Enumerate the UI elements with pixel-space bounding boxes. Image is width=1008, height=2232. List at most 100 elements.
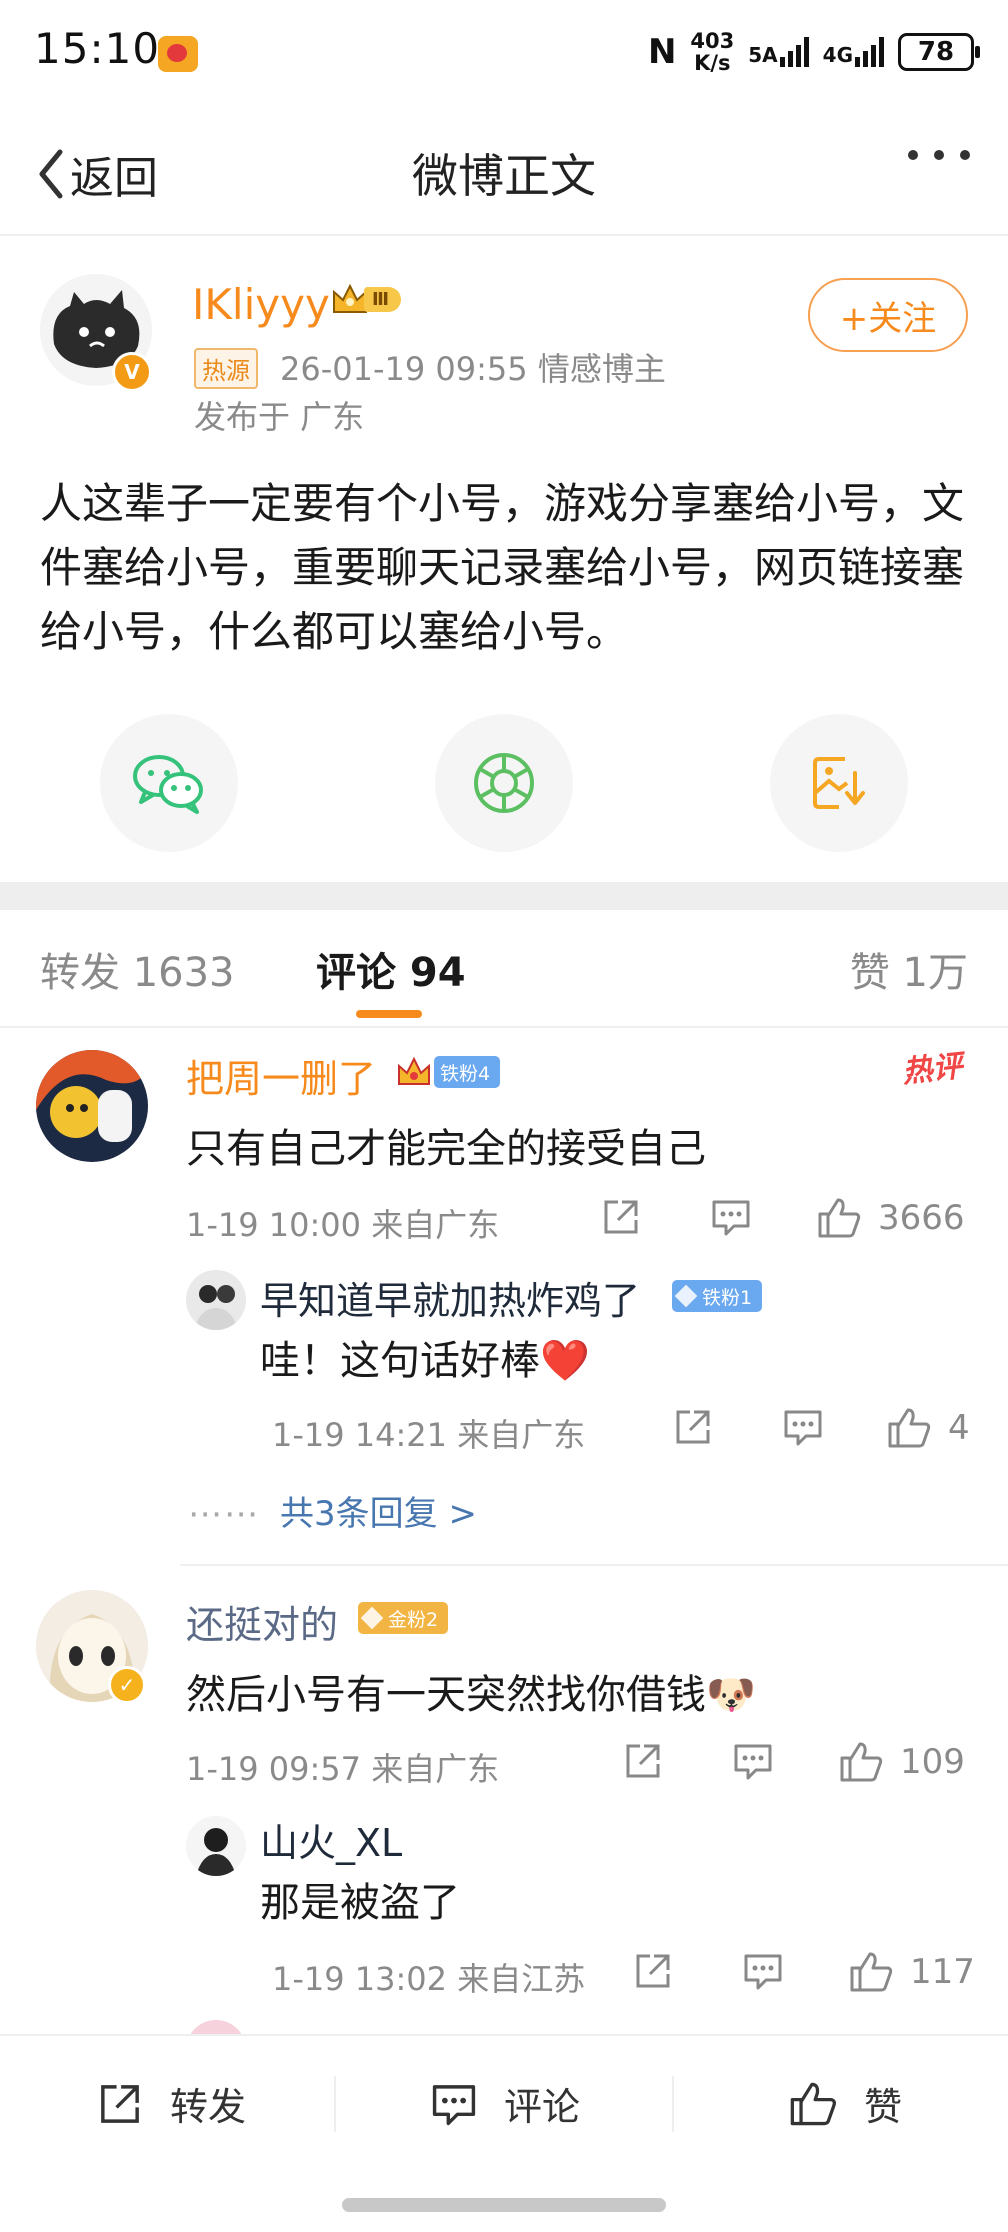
repost-icon — [676, 1410, 710, 1444]
comment-text: 只有自己才能完全的接受自己 — [186, 1126, 706, 1172]
more-replies-label: 共3条回复 > — [280, 1494, 477, 1534]
comment-text: 然后小号有一天突然找你借钱🐶 — [186, 1672, 756, 1718]
status-indicators: N 403 K/s 5A 4G 78 — [647, 30, 980, 74]
tab-like[interactable]: 赞 1万 — [850, 940, 968, 998]
avatar-image — [186, 1270, 246, 1330]
repost-icon — [636, 1954, 670, 1988]
reply-comment-button[interactable] — [782, 1406, 824, 1448]
like-count: 4 — [948, 1408, 970, 1448]
like-icon — [840, 1742, 883, 1782]
network-label-1: 5A — [748, 43, 778, 67]
bottom-comment-label: 评论 — [504, 2085, 581, 2129]
tab-comment[interactable]: 评论 94 — [316, 940, 466, 998]
fan-badge-text: 铁粉1 — [702, 1286, 753, 1309]
post-meta: 26-01-19 09:55 情感博主 — [280, 350, 666, 388]
post-text: 人这辈子一定要有个小号，游戏分享塞给小号，文件塞给小号，重要聊天记录塞给小号，网… — [40, 479, 965, 656]
wechat-icon — [133, 755, 203, 814]
comment-repost-button[interactable] — [622, 1740, 664, 1782]
bottom-comment-button[interactable]: 评论 — [430, 2076, 580, 2131]
avatar-image — [186, 1816, 246, 1876]
repost-icon — [101, 2084, 139, 2123]
signal-bars-icon — [779, 37, 809, 67]
reply-comment-button[interactable] — [742, 1950, 784, 1992]
like-icon — [888, 1408, 931, 1448]
bottom-like-label: 赞 — [864, 2085, 903, 2129]
follow-label: +关注 — [839, 298, 937, 339]
comment-icon — [734, 1744, 772, 1780]
like-icon — [818, 1198, 861, 1238]
post-location: 发布于 广东 — [194, 398, 365, 436]
comment-like-button[interactable]: 109 — [838, 1740, 965, 1784]
reply-repost-button[interactable] — [672, 1406, 714, 1448]
tab-divider — [0, 1026, 1008, 1028]
fan-badge-text: 铁粉4 — [440, 1062, 491, 1085]
page-title: 微博正文 — [412, 149, 596, 203]
signal-5a: 5A — [748, 37, 809, 67]
fan-badge-text: 金粉2 — [388, 1608, 439, 1631]
signal-4g: 4G — [823, 37, 884, 67]
comment-icon — [744, 1954, 782, 1990]
fan-badge: 金粉2 — [358, 1602, 449, 1634]
comment-time: 1-19 10:00 来自广东 — [186, 1206, 500, 1244]
share-wechat-button[interactable] — [100, 714, 238, 852]
reply-time: 1-19 14:21 来自广东 — [272, 1416, 586, 1454]
reply-text: 哇！这句话好棒❤️ — [260, 1338, 590, 1384]
repost-icon — [604, 1200, 638, 1234]
comment-icon — [432, 2084, 476, 2125]
fan-badge-label: 铁粉1 — [672, 1280, 763, 1312]
speed-value: 403 — [690, 29, 735, 53]
bottom-repost-label: 转发 — [170, 2085, 247, 2129]
comment-reply-button[interactable] — [732, 1740, 774, 1782]
member-crown-badge: Ⅲ — [330, 282, 402, 316]
comment-icon — [712, 1200, 750, 1236]
bottom-bar-separator — [672, 2076, 674, 2132]
like-count: 109 — [900, 1742, 965, 1782]
like-count: 3666 — [878, 1198, 965, 1238]
bottom-bar-separator — [334, 2076, 336, 2132]
repost-icon — [626, 1744, 660, 1778]
commenter-avatar[interactable] — [36, 1050, 148, 1162]
tab-active-indicator — [356, 1010, 422, 1018]
share-moments-button[interactable] — [435, 714, 573, 852]
commenter-name[interactable]: 还挺对的 — [186, 1594, 338, 1649]
bottom-repost-button[interactable]: 转发 — [96, 2076, 246, 2131]
tab-repost[interactable]: 转发 1633 — [40, 940, 235, 998]
comment-like-button[interactable]: 3666 — [816, 1196, 965, 1240]
replier-name[interactable]: 山火_XL — [260, 1812, 402, 1867]
dots-icon: ⋯⋯ — [188, 1494, 260, 1534]
comment-repost-button[interactable] — [600, 1196, 642, 1238]
replier-avatar[interactable] — [186, 1270, 246, 1330]
reply-repost-button[interactable] — [632, 1950, 674, 1992]
avatar-image — [36, 1050, 148, 1162]
more-dots-icon[interactable] — [908, 150, 970, 160]
source-tag: 热源 — [194, 348, 258, 389]
more-replies-link[interactable]: ⋯⋯ 共3条回复 > — [188, 1486, 477, 1535]
fan-badge-label: 铁粉4 — [434, 1056, 501, 1088]
commenter-name[interactable]: 把周一删了 — [186, 1048, 376, 1103]
reply-fan-badge: 铁粉1 — [672, 1280, 763, 1312]
moments-icon — [474, 753, 534, 813]
like-count: 117 — [910, 1952, 975, 1992]
replier-avatar[interactable] — [186, 1816, 246, 1876]
save-image-button[interactable] — [770, 714, 908, 852]
reply-like-button[interactable]: 4 — [886, 1406, 970, 1450]
status-time: 15:10 — [34, 24, 161, 73]
verified-badge-icon: ✓ — [108, 1666, 146, 1704]
comment-reply-button[interactable] — [710, 1196, 752, 1238]
replier-name[interactable]: 早知道早就加热炸鸡了 — [260, 1270, 640, 1325]
diamond-icon — [360, 1606, 384, 1630]
reply-like-button[interactable]: 117 — [848, 1950, 975, 1994]
nfc-icon: N — [647, 32, 677, 72]
network-speed: 403 K/s — [690, 30, 734, 74]
comment-time: 1-19 09:57 来自广东 — [186, 1750, 500, 1788]
home-indicator[interactable] — [342, 2198, 666, 2212]
network-label-2: 4G — [822, 43, 853, 67]
weibo-notification-icon — [158, 36, 198, 72]
reply-time: 1-19 13:02 来自江苏 — [272, 1960, 586, 1998]
fan-badge-label: 金粉2 — [358, 1602, 449, 1634]
bottom-like-button[interactable]: 赞 — [788, 2076, 902, 2131]
author-name[interactable]: IKliyyy — [192, 280, 330, 329]
verified-badge-icon: V — [112, 352, 152, 392]
follow-button[interactable]: +关注 — [808, 278, 968, 352]
reply-text: 那是被盗了 — [260, 1880, 460, 1926]
